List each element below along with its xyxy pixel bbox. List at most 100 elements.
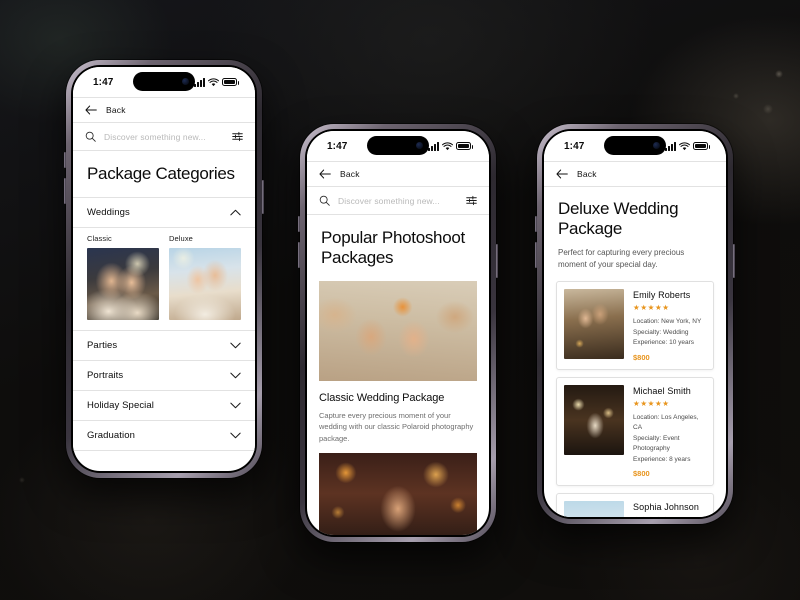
photographer-name: Emily Roberts [633, 290, 691, 301]
power-button[interactable] [733, 244, 735, 278]
photographer-card[interactable]: Emily Roberts ★★★★★ Location: New York, … [556, 281, 714, 370]
dynamic-island [133, 72, 195, 91]
phone-mockup-deluxe-package: 1:47 Back Deluxe Wedding Package Perfect… [535, 124, 735, 524]
hero-image-wrap [307, 272, 489, 382]
thumb-caption: Deluxe [169, 234, 193, 244]
accordion-row-portraits[interactable]: Portraits [73, 361, 255, 392]
phone3-screen: 1:47 Back Deluxe Wedding Package Perfect… [544, 131, 726, 517]
chevron-down-icon[interactable] [230, 432, 241, 439]
power-button[interactable] [496, 244, 498, 278]
status-time: 1:47 [327, 140, 348, 152]
page-header: Deluxe Wedding Package Perfect for captu… [544, 187, 726, 281]
chevron-up-icon[interactable] [230, 209, 241, 216]
chevron-down-icon[interactable] [230, 342, 241, 349]
search-icon [85, 131, 96, 142]
chevron-down-icon[interactable] [230, 402, 241, 409]
photographer-experience: Experience: 8 years [633, 455, 691, 463]
photographer-card[interactable]: Michael Smith ★★★★★ Location: Los Angele… [556, 376, 714, 487]
arrow-left-icon[interactable] [85, 105, 97, 115]
power-button[interactable] [262, 180, 264, 214]
rating-stars-icon: ★★★★★ [633, 398, 670, 408]
accordion-row-graduation[interactable]: Graduation [73, 421, 255, 452]
phone2-screen: 1:47 Back Discover something new... Popu… [307, 131, 489, 535]
accordion-label: Parties [87, 340, 118, 352]
page-title: Deluxe Wedding Package [558, 199, 679, 239]
back-label[interactable]: Back [106, 105, 126, 115]
package-hero-image[interactable] [319, 281, 477, 382]
arrow-left-icon[interactable] [556, 169, 568, 179]
signal-bars-icon [428, 141, 439, 151]
battery-icon [693, 142, 710, 150]
package-title: Classic Wedding Package [319, 392, 445, 405]
package-second-image[interactable] [319, 452, 477, 535]
photographer-list: Emily Roberts ★★★★★ Location: New York, … [544, 281, 726, 517]
search-input[interactable]: Discover something new... [104, 132, 224, 142]
dynamic-island [367, 136, 429, 155]
signal-bars-icon [665, 141, 676, 151]
photographer-avatar [564, 384, 624, 455]
page-title: Popular Photoshoot Packages [321, 228, 465, 268]
accordion-row-parties[interactable]: Parties [73, 331, 255, 362]
wifi-icon [442, 141, 453, 150]
page-title: Package Categories [87, 164, 235, 183]
status-bar: 1:47 [73, 67, 255, 97]
photographer-location: Location: New York, NY [633, 318, 702, 326]
filter-sliders-icon[interactable] [466, 195, 477, 206]
photographer-specialty: Specialty: Event Photography [633, 434, 680, 453]
search-input[interactable]: Discover something new... [338, 196, 458, 206]
volume-down-button[interactable] [64, 178, 66, 204]
volume-down-button[interactable] [298, 242, 300, 268]
photographer-name: Sophia Johnson [633, 502, 699, 513]
nav-bar: Back [544, 161, 726, 187]
volume-down-button[interactable] [535, 242, 537, 268]
package-description: Capture every precious moment of your we… [319, 411, 474, 443]
accordion-row-weddings[interactable]: Weddings [73, 198, 255, 229]
photographer-location: Location: Los Angeles, CA [633, 413, 699, 432]
package-thumb-deluxe[interactable]: Deluxe [169, 234, 241, 321]
photographer-avatar [564, 501, 624, 517]
rating-stars-icon: ★★★★★ [633, 515, 706, 517]
thumb-caption: Classic [87, 234, 112, 244]
battery-icon [456, 142, 473, 150]
status-bar: 1:47 [307, 131, 489, 161]
page-header: Popular Photoshoot Packages [307, 215, 489, 272]
photographer-price: $800 [633, 352, 650, 362]
battery-icon [222, 78, 239, 86]
thumb-image-deluxe[interactable] [169, 248, 241, 321]
photographer-experience: Experience: 10 years [633, 339, 695, 347]
search-bar[interactable]: Discover something new... [73, 123, 255, 151]
accordion-label: Portraits [87, 370, 124, 382]
arrow-left-icon[interactable] [319, 169, 331, 179]
search-bar[interactable]: Discover something new... [307, 187, 489, 215]
nav-bar: Back [307, 161, 489, 187]
wifi-icon [679, 141, 690, 150]
phone-mockup-popular-packages: 1:47 Back Discover something new... Popu… [298, 124, 498, 542]
thumb-image-classic[interactable] [87, 248, 159, 321]
volume-up-button[interactable] [535, 216, 537, 232]
accordion-row-holiday-special[interactable]: Holiday Special [73, 391, 255, 422]
back-label[interactable]: Back [577, 169, 597, 179]
wifi-icon [208, 77, 219, 86]
accordion-label: Weddings [87, 207, 130, 219]
accordion-body-weddings: Classic Deluxe [73, 228, 255, 332]
accordion-label: Graduation [87, 430, 136, 442]
photographer-specialty: Specialty: Wedding [633, 328, 689, 336]
photographer-price: $800 [633, 469, 650, 479]
photographer-card[interactable]: Sophia Johnson ★★★★★ Location: Chicago, … [556, 493, 714, 517]
filter-sliders-icon[interactable] [232, 131, 243, 142]
volume-up-button[interactable] [298, 216, 300, 232]
phone-mockup-categories: 1:47 Back Discover something new... Pack… [64, 60, 264, 478]
phone1-screen: 1:47 Back Discover something new... Pack… [73, 67, 255, 471]
volume-up-button[interactable] [64, 152, 66, 168]
status-bar: 1:47 [544, 131, 726, 161]
photographer-name: Michael Smith [633, 385, 691, 396]
page-header: Package Categories [73, 151, 255, 199]
photographer-avatar [564, 289, 624, 360]
dynamic-island [604, 136, 666, 155]
back-label[interactable]: Back [340, 169, 360, 179]
package-thumb-classic[interactable]: Classic [87, 234, 159, 321]
chevron-down-icon[interactable] [230, 372, 241, 379]
search-icon [319, 195, 330, 206]
rating-stars-icon: ★★★★★ [633, 303, 670, 313]
status-time: 1:47 [564, 140, 585, 152]
